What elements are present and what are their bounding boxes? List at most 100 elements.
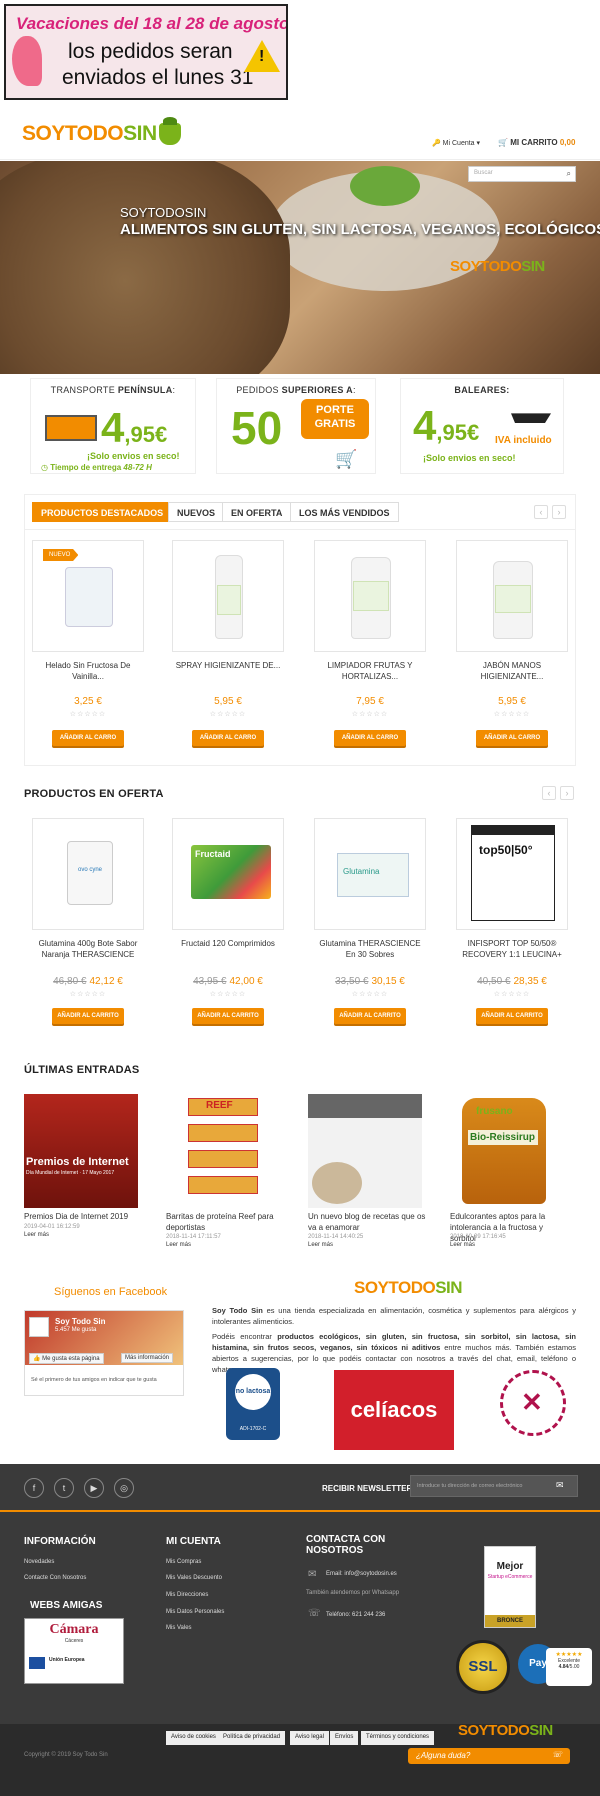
product-card[interactable]: SPRAY HIGIENIZANTE DE... 5,95 € ☆☆☆☆☆ AÑ… [172,540,284,752]
product-image[interactable]: ovo cyne [32,818,144,930]
product-name[interactable]: Glutamina THERASCIENCE En 30 Sobres [314,938,426,960]
product-name[interactable]: Fructaid 120 Comprimidos [172,938,284,949]
tab-new[interactable]: NUEVOS [168,502,225,522]
gratis-label: GRATIS [314,418,356,430]
facebook-icon[interactable]: f [24,1478,44,1498]
product-name[interactable]: LIMPIADOR FRUTAS Y HORTALIZAS... [314,660,426,682]
cart-label: MI CARRITO [510,138,558,147]
footer-link-purchases[interactable]: Mis Compras [166,1559,201,1565]
product-card[interactable]: JABÓN MANOS HIGIENIZANTE... 5,95 € ☆☆☆☆☆… [456,540,568,752]
product-name[interactable]: Helado Sin Fructosa De Vainilla... [32,660,144,682]
twitter-icon[interactable]: t [54,1478,74,1498]
product-price: 33,50 €30,15 € [314,976,426,987]
blog-post-title[interactable]: Barritas de proteína Reef para deportist… [166,1211,286,1233]
mail-send-icon[interactable]: ✉ [556,1480,564,1491]
blog-image[interactable]: REEF [166,1094,280,1208]
facebook-like-button[interactable]: 👍 Me gusta esta página [29,1353,104,1364]
offer-card[interactable]: top50|50° INFISPORT TOP 50/50® RECOVERY … [456,818,568,1030]
add-to-cart-button[interactable]: AÑADIR AL CARRO [476,730,548,746]
facebook-widget[interactable]: Soy Todo Sin 5.457 Me gusta 👍 Me gusta e… [24,1310,184,1396]
tabs-next-arrow[interactable]: › [552,505,566,519]
newsletter-email-input[interactable]: Introduce tu dirección de correo electró… [410,1475,578,1497]
free-shipping-title-a: PEDIDOS [236,385,282,395]
camara-caceres-logo[interactable]: Cámara Cáceres Unión Europea [24,1618,124,1684]
footer-link-cookies[interactable]: Aviso de cookies [166,1731,221,1745]
product-image[interactable] [456,540,568,652]
add-to-cart-button[interactable]: AÑADIR AL CARRO [334,730,406,746]
product-image[interactable]: Fructaid [172,818,284,930]
blog-image[interactable]: frusano Bio-Reissirup [450,1094,564,1208]
tab-featured[interactable]: PRODUCTOS DESTACADOS [32,502,173,522]
footer-phone[interactable]: Teléfono: 621 244 236 [326,1612,385,1618]
infisport-band [471,825,555,835]
footer-link-legal[interactable]: Aviso legal [290,1731,329,1745]
add-to-cart-button[interactable]: AÑADIR AL CARRITO [192,1008,264,1024]
blog-post-title[interactable]: Un nuevo blog de recetas que os va a ena… [308,1211,428,1233]
footer-link-personal-data[interactable]: Mis Datos Personales [166,1609,224,1615]
product-name[interactable]: INFISPORT TOP 50/50® RECOVERY 1:1 LEUCIN… [456,938,568,960]
blog-post[interactable]: frusano Bio-Reissirup Edulcorantes aptos… [450,1094,568,1248]
blog-post[interactable]: REEF Barritas de proteína Reef para depo… [166,1094,286,1248]
product-image[interactable]: top50|50° [456,818,568,930]
facebook-page-name[interactable]: Soy Todo Sin [55,1317,106,1326]
youtube-icon[interactable]: ▶ [84,1478,104,1498]
product-card[interactable]: LIMPIADOR FRUTAS Y HORTALIZAS... 7,95 € … [314,540,426,752]
search-input[interactable]: Buscar ⌕ [468,166,576,182]
instagram-icon[interactable]: ◎ [114,1478,134,1498]
search-icon[interactable]: ⌕ [567,169,571,179]
account-menu[interactable]: 🔑 Mi Cuenta ▾ [432,139,480,147]
product-name[interactable]: SPRAY HIGIENIZANTE DE... [172,660,284,671]
site-logo[interactable]: SOYTODOSIN [22,117,181,146]
product-image[interactable]: Glutamina [314,818,426,930]
tab-on-sale[interactable]: EN OFERTA [222,502,292,522]
footer-logo-b: SIN [529,1722,553,1739]
product-image[interactable]: NUEVO [32,540,144,652]
offers-prev-arrow[interactable]: ‹ [542,786,556,800]
read-more-link[interactable]: Leer más [450,1242,475,1248]
read-more-link[interactable]: Leer más [24,1232,49,1238]
trusted-shops-badge[interactable]: ★★★★★ Excelente 4.84/5.00 [546,1648,592,1686]
read-more-link[interactable]: Leer más [308,1242,333,1248]
blog-image[interactable]: Premios de Internet Día Mundial de Inter… [24,1094,138,1208]
blog-post[interactable]: Un nuevo blog de recetas que os va a ena… [308,1094,428,1248]
footer-link-shipping[interactable]: Envíos [330,1731,359,1745]
tabs-prev-arrow[interactable]: ‹ [534,505,548,519]
product-price: 3,25 € [74,696,102,707]
add-to-cart-button[interactable]: AÑADIR AL CARRO [52,730,124,746]
footer-email[interactable]: Email: info@soytodosin.es [326,1571,397,1577]
footer-link-novedades[interactable]: Novedades [24,1559,54,1565]
blog-post[interactable]: Premios de Internet Día Mundial de Inter… [24,1094,142,1246]
footer-link-vouchers[interactable]: Mis Vales [166,1625,192,1631]
footer-link-privacy[interactable]: Política de privacidad [218,1731,286,1745]
footer-link-vouchers-discount[interactable]: Mis Vales Descuento [166,1575,222,1581]
blog-post-date: 2018-11-14 17:11:57 [166,1234,221,1240]
offer-card[interactable]: Glutamina Glutamina THERASCIENCE En 30 S… [314,818,426,1030]
footer-link-contact[interactable]: Contacte Con Nosotros [24,1575,86,1581]
offer-card[interactable]: ovo cyne Glutamina 400g Bote Sabor Naran… [32,818,144,1030]
product-name[interactable]: Glutamina 400g Bote Sabor Naranja THERAS… [32,938,144,960]
add-to-cart-button[interactable]: AÑADIR AL CARRO [192,730,264,746]
facebook-more-button[interactable]: Más información [121,1353,174,1363]
chat-button[interactable]: ¿Alguna duda? ☏ [408,1748,570,1764]
blog-post-title[interactable]: Premios Dia de Internet 2019 [24,1211,144,1222]
blog-image[interactable] [308,1094,422,1208]
vacation-line-2: los pedidos seran [68,40,233,63]
infisport-box [471,825,555,921]
product-image[interactable] [172,540,284,652]
footer-link-addresses[interactable]: Mis Direcciones [166,1592,208,1598]
bottle-label [217,585,241,615]
product-image[interactable] [314,540,426,652]
product-name[interactable]: JABÓN MANOS HIGIENIZANTE... [456,660,568,682]
add-to-cart-button[interactable]: AÑADIR AL CARRITO [334,1008,406,1024]
offers-next-arrow[interactable]: › [560,786,574,800]
footer-logo[interactable]: SOYTODOSIN [458,1722,553,1739]
tab-best-sellers[interactable]: LOS MÁS VENDIDOS [290,502,399,522]
product-card[interactable]: NUEVO Helado Sin Fructosa De Vainilla...… [32,540,144,752]
cart-button[interactable]: 🛒 MI CARRITO 0,00 [498,138,575,147]
read-more-link[interactable]: Leer más [166,1242,191,1248]
add-to-cart-button[interactable]: AÑADIR AL CARRITO [52,1008,124,1024]
add-to-cart-button[interactable]: AÑADIR AL CARRITO [476,1008,548,1024]
offer-card[interactable]: Fructaid Fructaid 120 Comprimidos 43,95 … [172,818,284,1030]
rating-stars: ☆☆☆☆☆ [69,711,107,718]
footer-link-terms[interactable]: Términos y condiciones [361,1731,435,1745]
